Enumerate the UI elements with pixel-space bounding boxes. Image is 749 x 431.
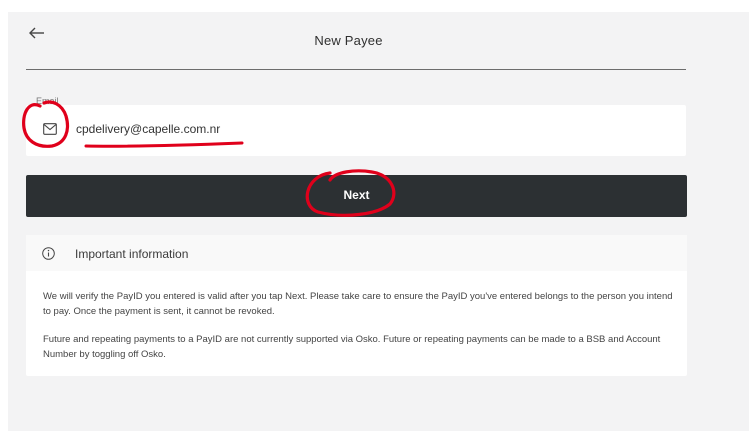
email-value: cpdelivery@capelle.com.nr xyxy=(76,122,221,136)
page-title: New Payee xyxy=(314,33,383,48)
info-paragraph: We will verify the PayID you entered is … xyxy=(43,291,673,317)
next-button-label: Next xyxy=(343,188,370,202)
next-button[interactable]: Next xyxy=(26,175,687,217)
info-circle-icon xyxy=(42,247,55,260)
header-divider xyxy=(26,69,686,70)
important-info-panel: Important information We will verify the… xyxy=(26,235,687,376)
payee-screen: New Payee Email cpdelivery@capelle.com.n… xyxy=(8,12,749,431)
mail-icon xyxy=(43,123,57,135)
email-field[interactable]: cpdelivery@capelle.com.nr xyxy=(26,105,686,156)
info-paragraph: Future and repeating payments to a PayID… xyxy=(43,334,661,360)
info-header: Important information xyxy=(26,235,687,271)
info-title: Important information xyxy=(75,247,189,261)
